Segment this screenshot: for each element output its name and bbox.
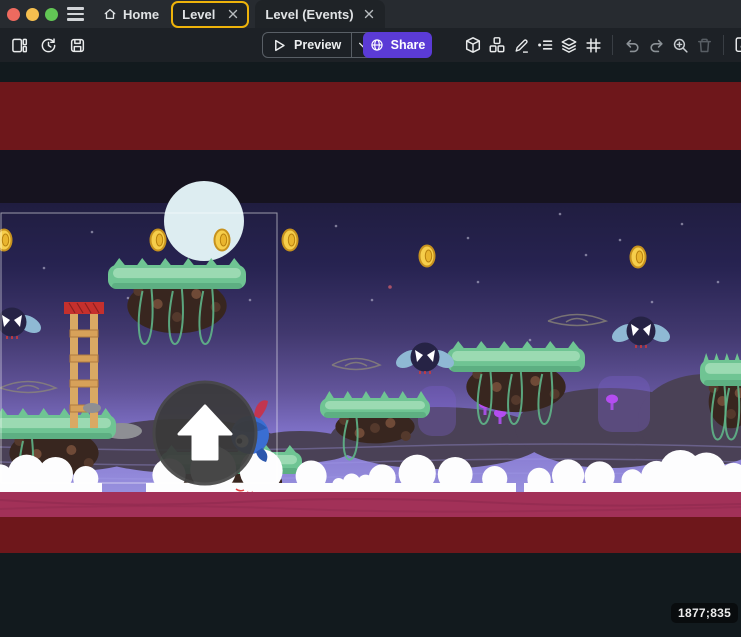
grid-icon[interactable] [584, 36, 602, 54]
coin[interactable] [420, 246, 435, 267]
object-groups-icon[interactable] [488, 36, 506, 54]
stone[interactable] [83, 403, 101, 413]
globe-icon [370, 38, 384, 52]
level-canvas[interactable] [0, 62, 741, 637]
tab-home[interactable]: Home [94, 0, 168, 28]
app-window: Home Level Level (Events) [0, 0, 741, 637]
maximize-window-button[interactable] [45, 8, 58, 21]
edit-icon[interactable] [512, 36, 530, 54]
cursor-coordinates: 1877;835 [671, 603, 738, 623]
title-bar: Home Level Level (Events) [0, 0, 741, 28]
panels-icon[interactable] [10, 36, 28, 54]
share-button[interactable]: Share [363, 32, 432, 58]
minimize-window-button[interactable] [26, 8, 39, 21]
level-scene-svg [0, 62, 741, 637]
tab-level-events[interactable]: Level (Events) [255, 0, 384, 28]
share-label: Share [391, 38, 426, 52]
instances-list-icon[interactable] [536, 36, 554, 54]
main-toolbar: Preview Share [0, 28, 741, 62]
coin[interactable] [215, 230, 230, 251]
save-icon[interactable] [68, 36, 86, 54]
jump-button-overlay[interactable] [154, 382, 256, 484]
top-red-band[interactable] [0, 82, 741, 150]
delete-icon[interactable] [695, 36, 713, 54]
traffic-lights [0, 8, 58, 21]
close-window-button[interactable] [7, 8, 20, 21]
coin[interactable] [151, 230, 166, 251]
preview-label: Preview [294, 38, 341, 52]
redo-icon[interactable] [647, 36, 665, 54]
preview-button[interactable]: Preview [262, 32, 375, 58]
coin[interactable] [0, 230, 12, 251]
history-icon[interactable] [39, 36, 57, 54]
coin[interactable] [283, 230, 298, 251]
close-icon[interactable] [227, 9, 238, 20]
play-icon [273, 39, 286, 52]
tab-level-events-label: Level (Events) [265, 7, 353, 22]
layers-icon[interactable] [560, 36, 578, 54]
tab-level[interactable]: Level [171, 1, 249, 28]
toolbar-divider [612, 35, 613, 55]
tab-level-label: Level [182, 7, 215, 22]
tab-home-label: Home [123, 7, 159, 22]
objects-icon[interactable] [464, 36, 482, 54]
zoom-in-icon[interactable] [671, 36, 689, 54]
hamburger-icon[interactable] [67, 7, 84, 20]
scene-properties-icon[interactable] [734, 36, 741, 54]
tab-bar: Home Level Level (Events) [94, 0, 385, 28]
toolbar-divider [723, 35, 724, 55]
moon[interactable] [164, 181, 244, 261]
undo-icon[interactable] [623, 36, 641, 54]
coin[interactable] [631, 247, 646, 268]
close-icon[interactable] [364, 9, 375, 20]
home-icon [103, 7, 117, 21]
bottom-bands [0, 492, 741, 637]
